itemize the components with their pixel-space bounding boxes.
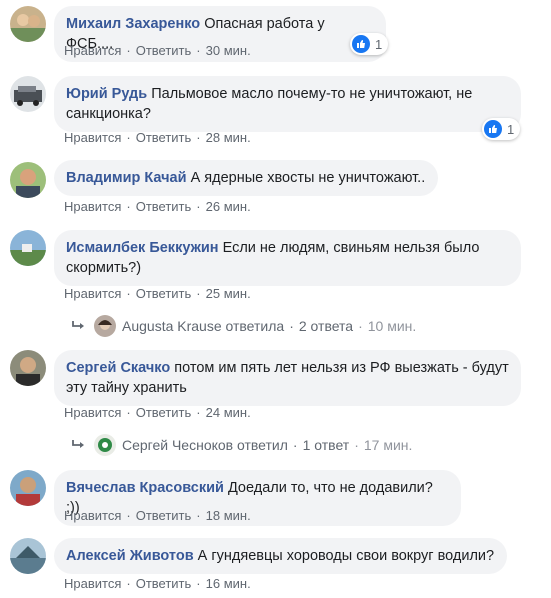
comment-actions: Нравится · Ответить · 28 мин. — [64, 130, 251, 145]
replies-link[interactable]: Сергей Чесноков ответил · 1 ответ · 17 мин. — [72, 434, 412, 456]
comment-actions: Нравится · Ответить · 18 мин. — [64, 508, 251, 523]
comment-author[interactable]: Вячеслав Красовский — [66, 480, 224, 496]
avatar — [94, 315, 116, 337]
comment-author[interactable]: Алексей Животов — [66, 548, 194, 564]
comment-text: А гундяевцы хороводы свои вокруг водили? — [197, 548, 495, 564]
comment-time[interactable]: 28 мин. — [206, 130, 251, 145]
reply-arrow-icon — [72, 440, 84, 448]
reply-verb: ответил — [237, 437, 288, 453]
reply-count: 1 ответ — [302, 437, 350, 453]
comment-time[interactable]: 25 мин. — [206, 286, 251, 301]
reply-link[interactable]: Ответить — [136, 130, 192, 145]
comment-actions: Нравится · Ответить · 30 мин. — [64, 43, 251, 58]
reaction-number: 1 — [507, 121, 515, 137]
thumbs-up-icon — [484, 120, 502, 138]
comment-author[interactable]: Юрий Рудь — [66, 86, 147, 102]
comment-time[interactable]: 26 мин. — [206, 199, 251, 214]
reply-verb: ответила — [225, 318, 285, 334]
reply-time: 17 мин. — [363, 437, 413, 453]
comment-time[interactable]: 16 мин. — [206, 576, 251, 591]
reply-link[interactable]: Ответить — [136, 199, 192, 214]
comment-actions: Нравится · Ответить · 16 мин. — [64, 576, 251, 591]
like-link[interactable]: Нравится — [64, 508, 121, 523]
reaction-count[interactable]: 1 — [350, 33, 389, 55]
reply-author: Сергей Чесноков — [122, 437, 234, 453]
comment-bubble: Юрий Рудь Пальмовое масло почему-то не у… — [54, 76, 521, 132]
avatar[interactable] — [10, 230, 46, 266]
comment-time[interactable]: 30 мин. — [206, 43, 251, 58]
avatar[interactable] — [10, 162, 46, 198]
reply-link[interactable]: Ответить — [136, 286, 192, 301]
comment-time[interactable]: 24 мин. — [206, 405, 251, 420]
avatar[interactable] — [10, 6, 46, 42]
reaction-number: 1 — [375, 36, 383, 52]
comment-author[interactable]: Сергей Скачко — [66, 360, 170, 376]
like-link[interactable]: Нравится — [64, 199, 121, 214]
like-link[interactable]: Нравится — [64, 405, 121, 420]
avatar[interactable] — [10, 538, 46, 574]
comment-author[interactable]: Исмаилбек Беккужин — [66, 240, 219, 256]
comment-time[interactable]: 18 мин. — [206, 508, 251, 523]
like-link[interactable]: Нравится — [64, 576, 121, 591]
like-link[interactable]: Нравится — [64, 43, 121, 58]
reply-link[interactable]: Ответить — [136, 576, 192, 591]
avatar[interactable] — [10, 76, 46, 112]
comment-text: А ядерные хвосты не уничтожают.. — [190, 170, 426, 186]
thumbs-up-icon — [352, 35, 370, 53]
avatar[interactable] — [10, 470, 46, 506]
comment-bubble: Алексей Животов А гундяевцы хороводы сво… — [54, 538, 507, 574]
replies-link[interactable]: Augusta Krause ответила · 2 ответа · 10 мин. — [72, 315, 416, 337]
comment-author[interactable]: Владимир Качай — [66, 170, 187, 186]
reply-link[interactable]: Ответить — [136, 43, 192, 58]
reply-author: Augusta Krause — [122, 318, 222, 334]
comment-bubble: Владимир Качай А ядерные хвосты не уничт… — [54, 160, 438, 196]
comment-actions: Нравится · Ответить · 24 мин. — [64, 405, 251, 420]
comment-actions: Нравится · Ответить · 25 мин. — [64, 286, 251, 301]
avatar — [94, 434, 116, 456]
comment-actions: Нравится · Ответить · 26 мин. — [64, 199, 251, 214]
reply-arrow-icon — [72, 321, 84, 329]
avatar[interactable] — [10, 350, 46, 386]
reply-link[interactable]: Ответить — [136, 405, 192, 420]
like-link[interactable]: Нравится — [64, 130, 121, 145]
reply-time: 10 мин. — [367, 318, 417, 334]
reaction-count[interactable]: 1 — [482, 118, 521, 140]
comment-bubble: Сергей Скачко потом им пять лет нельзя и… — [54, 350, 521, 406]
like-link[interactable]: Нравится — [64, 286, 121, 301]
reply-count: 2 ответа — [298, 318, 354, 334]
comment-author[interactable]: Михаил Захаренко — [66, 16, 200, 32]
comment-bubble: Исмаилбек Беккужин Если не людям, свинья… — [54, 230, 521, 286]
reply-link[interactable]: Ответить — [136, 508, 192, 523]
